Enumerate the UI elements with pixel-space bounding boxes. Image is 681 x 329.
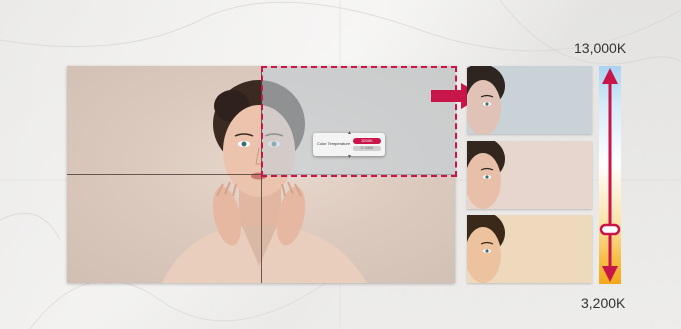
slider-handle [599,223,621,236]
osd-value-selector[interactable]: 3200K [353,138,381,144]
osd-setting-label: Color Temperature [317,141,351,146]
osd-sub-value: 3 / 6500 [353,146,381,151]
temperature-slider[interactable] [599,66,621,284]
osd-menu[interactable]: ▲ Color Temperature 3200K 3 / 6500 ▼ [313,130,385,160]
chevron-up-icon[interactable]: ▲ [347,130,352,136]
thumbnail-neutral [467,141,592,209]
max-temperature-label: 13,000K [574,40,627,56]
selected-display-region[interactable] [261,66,457,177]
chevron-down-icon[interactable]: ▼ [347,154,352,160]
arrow-up-icon [602,68,618,84]
thumbnail-cool [467,66,592,134]
thumbnail-warm [467,215,592,283]
min-temperature-label: 3,200K [581,295,626,311]
arrow-down-icon [602,266,618,282]
